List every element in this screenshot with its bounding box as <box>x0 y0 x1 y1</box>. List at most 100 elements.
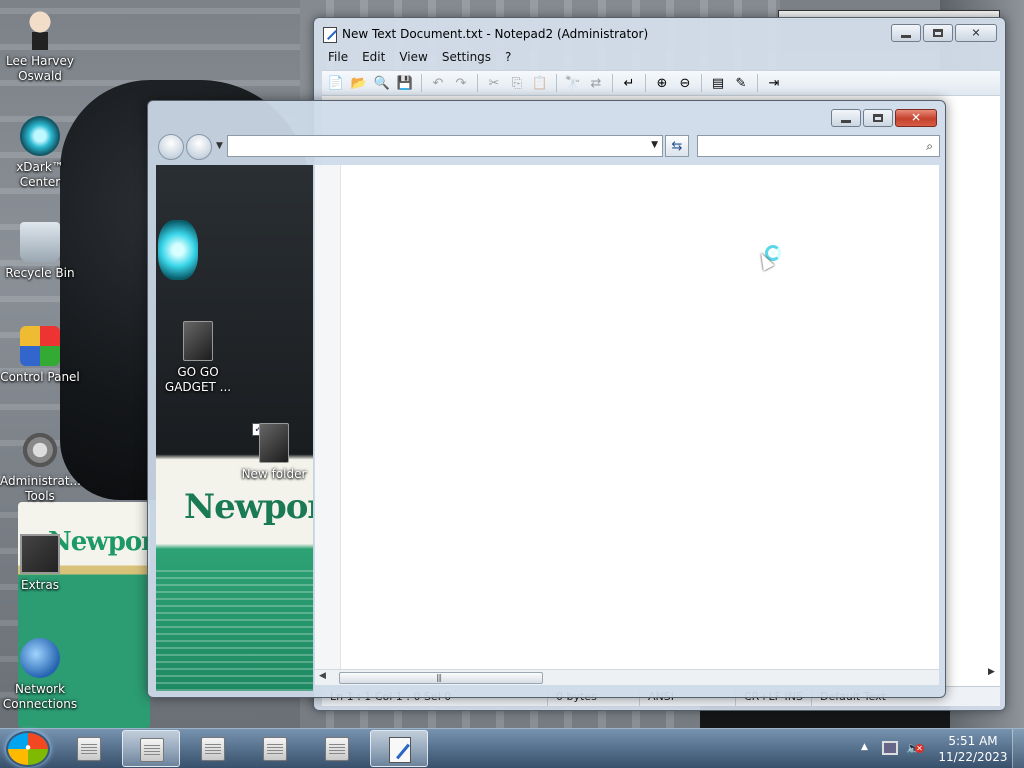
explorer-left-pane[interactable]: GO GO GADGET ... ✓ New folder Newport <box>156 165 313 691</box>
system-tray: ▲ 🔈 ✕ 5:51 AM 11/22/2023 <box>858 729 1024 768</box>
menu-view[interactable]: View <box>399 48 427 68</box>
notepad2-app-icon <box>323 27 337 43</box>
new-folder-icon <box>259 423 289 463</box>
maximize-icon <box>933 29 943 37</box>
notepad2-close-button[interactable]: ✕ <box>955 24 997 42</box>
explorer-horizontal-scrollbar[interactable]: ◀ ||| <box>315 669 939 685</box>
network-connections-icon <box>20 638 60 678</box>
cut-icon[interactable]: ✂ <box>484 73 504 93</box>
network-icon[interactable] <box>882 741 898 755</box>
toolbar-separator <box>477 74 478 92</box>
extras-icon <box>20 534 60 574</box>
search-input[interactable]: ⌕ <box>697 135 940 157</box>
notepad2-scroll-right-arrow[interactable]: ▶ <box>940 664 1000 680</box>
explorer-window[interactable]: ✕ ▼ ▼ ⇆ ⌕ GO GO GADGET ... ✓ New folder … <box>147 100 946 698</box>
close-icon: ✕ <box>910 110 922 125</box>
desktop-icon-control-panel[interactable]: Control Panel <box>0 326 80 385</box>
folder-new-folder[interactable]: New folder <box>232 423 313 482</box>
menu-settings[interactable]: Settings <box>442 48 491 68</box>
zoom-in-icon[interactable]: ⊕ <box>652 73 672 93</box>
control-panel-icon <box>20 326 60 366</box>
taskbar-button-document-2[interactable] <box>122 730 180 767</box>
show-hidden-icons-icon[interactable]: ▲ <box>861 742 868 752</box>
desktop-icon-label: Lee Harvey Oswald <box>6 54 74 83</box>
paste-icon[interactable]: 📋 <box>530 73 550 93</box>
redo-icon[interactable]: ↷ <box>451 73 471 93</box>
replace-icon[interactable]: ⇄ <box>586 73 606 93</box>
desktop-icon-label: Control Panel <box>0 370 80 384</box>
desktop-icon-label: Extras <box>21 578 59 592</box>
notepad2-icon <box>389 737 411 763</box>
save-icon[interactable]: 💾 <box>395 73 415 93</box>
menu-file[interactable]: File <box>328 48 348 68</box>
desktop-icon-network-connections[interactable]: Network Connections <box>0 638 80 712</box>
copy-icon[interactable]: ⎘ <box>507 73 527 93</box>
clock[interactable]: 5:51 AM 11/22/2023 <box>936 733 1010 765</box>
volume-muted-icon[interactable]: 🔈 ✕ <box>906 741 924 755</box>
scheme-config-icon[interactable]: ✎ <box>731 73 751 93</box>
undo-icon[interactable]: ↶ <box>428 73 448 93</box>
notepad2-minimize-button[interactable] <box>891 24 921 42</box>
zoom-out-icon[interactable]: ⊖ <box>675 73 695 93</box>
arrow-right-icon: ▶ <box>988 667 995 677</box>
search-icon[interactable]: ⌕ <box>926 139 933 154</box>
recycle-bin-icon <box>20 222 60 262</box>
folder-go-go-gadget[interactable]: GO GO GADGET ... <box>156 321 240 395</box>
minimize-icon <box>841 120 851 123</box>
clock-time: 5:51 AM <box>948 734 998 748</box>
explorer-close-button[interactable]: ✕ <box>895 109 937 127</box>
taskbar: ▲ 🔈 ✕ 5:51 AM 11/22/2023 <box>0 728 1024 768</box>
notepad2-menubar: File Edit View Settings ? <box>322 48 511 68</box>
refresh-icon: ⇆ <box>671 138 683 154</box>
word-wrap-icon[interactable]: ↵ <box>619 73 639 93</box>
notepad2-toolbar: 📄 📂 🔍 💾 ↶ ↷ ✂ ⎘ 📋 🔭 ⇄ ↵ ⊕ ⊖ ▤ ✎ ⇥ <box>322 70 1000 96</box>
close-icon: ✕ <box>971 26 981 40</box>
browse-icon[interactable]: 🔍 <box>372 73 392 93</box>
desktop-icon-administrative-tools[interactable]: Administrat... Tools <box>0 430 81 504</box>
toolbar-separator <box>556 74 557 92</box>
chevron-down-icon[interactable]: ▼ <box>651 140 658 150</box>
back-button[interactable] <box>158 134 184 160</box>
taskbar-button-document-1[interactable] <box>60 730 118 767</box>
explorer-file-list[interactable] <box>315 165 939 670</box>
notepad2-maximize-button[interactable] <box>923 24 953 42</box>
refresh-button[interactable]: ⇆ <box>665 135 689 157</box>
toolbar-separator <box>757 74 758 92</box>
menu-help[interactable]: ? <box>505 48 511 68</box>
person-icon <box>20 10 60 50</box>
menu-edit[interactable]: Edit <box>362 48 385 68</box>
desktop-icon-xdark-center[interactable]: xDark™ Center <box>0 116 80 190</box>
exit-icon[interactable]: ⇥ <box>764 73 784 93</box>
address-bar[interactable]: ▼ <box>227 135 663 157</box>
taskbar-button-document-4[interactable] <box>246 730 304 767</box>
desktop-icon-extras[interactable]: Extras <box>0 534 80 593</box>
recent-pages-dropdown-icon[interactable]: ▼ <box>216 141 223 151</box>
forward-button[interactable] <box>186 134 212 160</box>
desktop-icon-label: Administrat... Tools <box>0 474 81 503</box>
explorer-caption-buttons: ✕ <box>831 109 937 127</box>
new-file-icon[interactable]: 📄 <box>326 73 346 93</box>
taskbar-button-document-3[interactable] <box>184 730 242 767</box>
explorer-minimize-button[interactable] <box>831 109 861 127</box>
desktop-icon-label: Network Connections <box>2 682 78 711</box>
start-button[interactable] <box>6 731 50 767</box>
file-list-column-strip <box>315 165 341 670</box>
explorer-maximize-button[interactable] <box>863 109 893 127</box>
document-icon <box>140 738 164 762</box>
open-folder-icon[interactable]: 📂 <box>349 73 369 93</box>
scheme-icon[interactable]: ▤ <box>708 73 728 93</box>
notepad2-title: New Text Document.txt - Notepad2 (Admini… <box>342 27 649 41</box>
desktop-icon-recycle-bin[interactable]: Recycle Bin <box>0 222 80 281</box>
taskbar-button-document-5[interactable] <box>308 730 366 767</box>
find-icon[interactable]: 🔭 <box>563 73 583 93</box>
maximize-icon <box>873 114 883 122</box>
administrative-tools-icon <box>20 430 60 470</box>
taskbar-button-notepad2[interactable] <box>370 730 428 767</box>
desktop-icon-lee-harvey-oswald[interactable]: Lee Harvey Oswald <box>0 10 80 84</box>
explorer-navigation-bar: ▼ ▼ ⇆ ⌕ <box>156 133 940 160</box>
toolbar-separator <box>612 74 613 92</box>
document-icon <box>325 737 349 761</box>
scrollbar-thumb[interactable]: ||| <box>339 672 543 684</box>
show-desktop-button[interactable] <box>1012 729 1024 768</box>
arrow-left-icon[interactable]: ◀ <box>319 671 326 681</box>
